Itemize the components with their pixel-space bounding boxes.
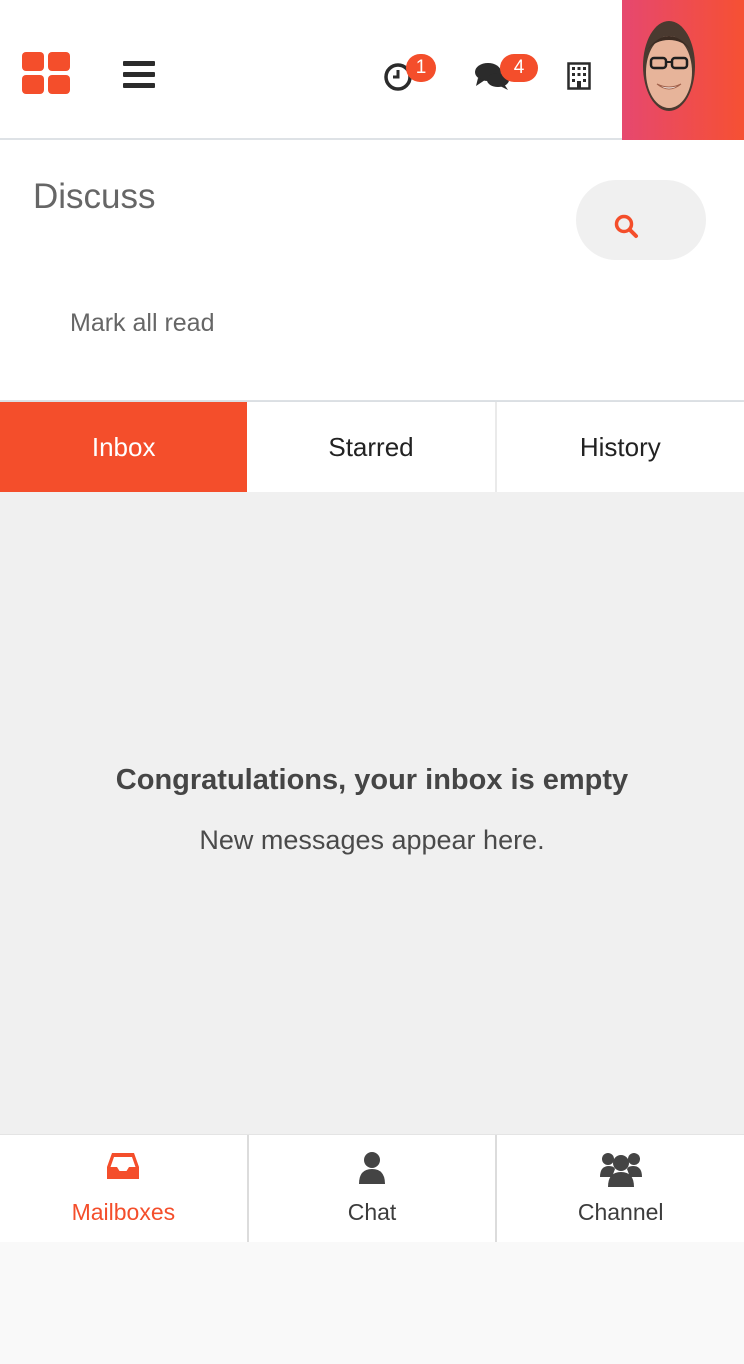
empty-state-subtitle: New messages appear here. — [199, 825, 545, 855]
message-count-badge: 4 — [500, 54, 538, 82]
empty-state-title: Congratulations, your inbox is empty — [115, 764, 629, 796]
user-avatar[interactable] — [622, 0, 744, 140]
messaging-menu-button[interactable]: 4 — [474, 54, 540, 92]
nav-channel[interactable]: Channel — [495, 1135, 744, 1242]
nav-chat-label: Chat — [347, 1199, 397, 1225]
nav-mailboxes-label: Mailboxes — [71, 1199, 176, 1225]
search-button[interactable] — [576, 180, 706, 260]
mailbox-tabs: Inbox Starred History — [0, 402, 744, 492]
user-icon — [359, 1152, 385, 1184]
search-icon — [614, 214, 638, 238]
control-panel: Discuss Mark all read — [0, 140, 744, 402]
apps-grid-icon[interactable] — [22, 52, 70, 94]
tab-inbox[interactable]: Inbox — [0, 402, 248, 492]
nav-channel-label: Channel — [577, 1199, 664, 1225]
users-icon — [599, 1153, 642, 1187]
activity-count-badge: 1 — [406, 54, 436, 82]
activity-menu-button[interactable]: 1 — [383, 54, 439, 92]
building-icon[interactable] — [567, 62, 591, 90]
page-title: Discuss — [33, 177, 156, 216]
discuss-app: 1 4 Discuss Mark all read Inbox Starred … — [0, 0, 744, 1364]
inbox-icon — [107, 1153, 140, 1179]
thread-list: Congratulations, your inbox is empty New… — [0, 492, 744, 1134]
bottom-navigation: Mailboxes Chat Channel — [0, 1134, 744, 1242]
tab-history[interactable]: History — [494, 402, 744, 492]
mark-all-read-button[interactable]: Mark all read — [70, 309, 215, 338]
nav-mailboxes[interactable]: Mailboxes — [0, 1135, 247, 1242]
hamburger-icon[interactable] — [123, 61, 155, 89]
nav-chat[interactable]: Chat — [246, 1135, 496, 1242]
top-navbar: 1 4 — [0, 0, 744, 140]
tab-starred[interactable]: Starred — [247, 402, 495, 492]
